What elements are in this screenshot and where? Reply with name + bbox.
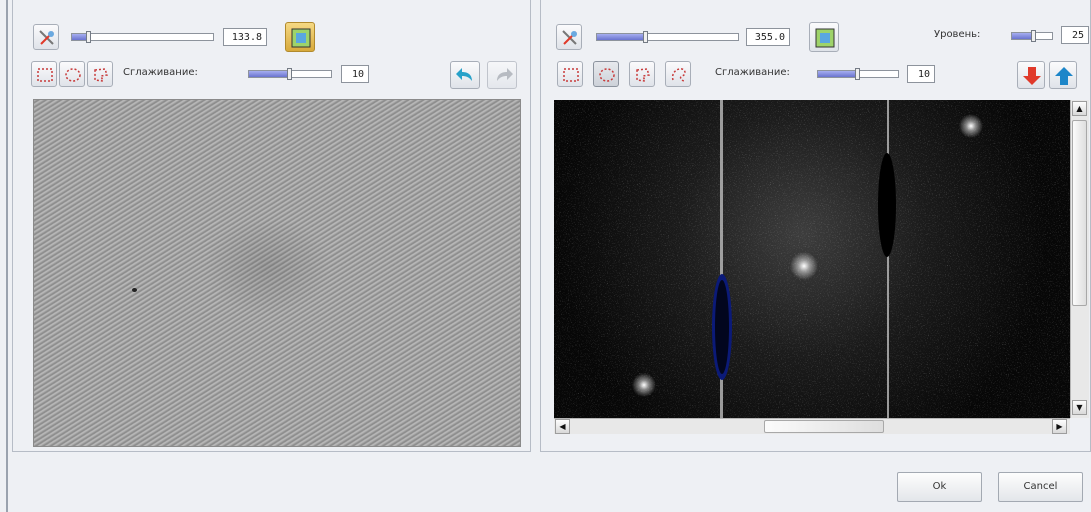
spectrum-horizontal-scrollbar[interactable]: ◀ ▶ bbox=[554, 418, 1070, 434]
spectrum-vertical-scrollbar[interactable]: ▲ ▼ bbox=[1070, 100, 1089, 418]
ellipse-select-icon bbox=[65, 68, 81, 82]
smoothing-slider-thumb[interactable] bbox=[287, 68, 292, 80]
level-label: Уровень: bbox=[934, 29, 981, 40]
redo-button[interactable] bbox=[487, 61, 517, 89]
spectrum-smoothing-fill bbox=[818, 71, 858, 77]
horizontal-scroll-thumb[interactable] bbox=[764, 420, 884, 433]
spectrum-peak-top-right bbox=[959, 114, 983, 138]
arrow-down-icon bbox=[1023, 67, 1041, 85]
undo-button[interactable] bbox=[450, 61, 480, 89]
spectrum-peak-bottom-left bbox=[632, 373, 656, 397]
picture-frame-icon bbox=[815, 28, 835, 48]
level-slider-thumb[interactable] bbox=[1031, 30, 1036, 42]
smoothing-slider-fill bbox=[249, 71, 290, 77]
lasso-select-icon bbox=[636, 68, 650, 82]
eraser-wand-icon bbox=[39, 30, 54, 45]
smoothing-slider[interactable] bbox=[248, 68, 332, 80]
ellipse-select-button[interactable] bbox=[59, 61, 85, 87]
threshold-value-field[interactable]: 133.8 bbox=[223, 28, 267, 46]
spectrum-freehand-select-button[interactable] bbox=[665, 61, 691, 87]
window-edge bbox=[6, 0, 8, 512]
spectrum-smoothing-field[interactable]: 10 bbox=[907, 65, 935, 83]
spectrum-center-peak bbox=[790, 252, 818, 280]
scroll-up-button[interactable]: ▲ bbox=[1072, 101, 1087, 116]
spectrum-smoothing-slider[interactable] bbox=[817, 68, 899, 80]
mask-ellipse-lower-core bbox=[715, 280, 729, 374]
rect-select-button[interactable] bbox=[31, 61, 57, 87]
move-up-button[interactable] bbox=[1049, 61, 1077, 89]
image-defect-dot bbox=[132, 288, 137, 292]
spectrum-ellipse-select-button[interactable] bbox=[593, 61, 619, 87]
level-slider[interactable] bbox=[1011, 30, 1053, 42]
spatial-image[interactable] bbox=[33, 99, 521, 447]
ok-button[interactable]: Ok bbox=[897, 472, 982, 502]
move-down-button[interactable] bbox=[1017, 61, 1045, 89]
spectrum-rect-select-button[interactable] bbox=[557, 61, 583, 87]
scroll-right-button[interactable]: ▶ bbox=[1052, 419, 1067, 434]
threshold-slider-thumb[interactable] bbox=[85, 31, 91, 43]
threshold-slider[interactable] bbox=[71, 31, 214, 43]
spatial-panel: 133.8 Сглаживание: 10 bbox=[12, 0, 531, 452]
spectrum-threshold-slider[interactable] bbox=[596, 31, 739, 43]
lasso-select-button[interactable] bbox=[87, 61, 113, 87]
spectrum-threshold-fill bbox=[597, 34, 647, 40]
redo-icon bbox=[497, 68, 513, 81]
rect-select-icon bbox=[563, 68, 579, 82]
smoothing-value-field[interactable]: 10 bbox=[341, 65, 369, 83]
spectrum-image[interactable] bbox=[554, 100, 1070, 418]
spectrum-lasso-select-button[interactable] bbox=[629, 61, 655, 87]
rect-select-icon bbox=[37, 68, 53, 82]
undo-icon bbox=[456, 68, 472, 81]
smoothing-label: Сглаживание: bbox=[123, 67, 198, 78]
level-value-field[interactable]: 25 bbox=[1061, 26, 1089, 44]
spectrum-panel: 355.0 Уровень: 25 Сглаживание: 10 ▲ ▼ ◀ … bbox=[540, 0, 1091, 452]
spectrum-threshold-field[interactable]: 355.0 bbox=[746, 28, 790, 46]
spectrum-threshold-thumb[interactable] bbox=[643, 31, 649, 43]
ellipse-select-icon bbox=[599, 68, 615, 82]
eraser-tool-button[interactable] bbox=[33, 24, 59, 50]
spectrum-overlay bbox=[554, 100, 1070, 418]
spectrum-smoothing-label: Сглаживание: bbox=[715, 67, 790, 78]
scroll-left-button[interactable]: ◀ bbox=[555, 419, 570, 434]
vertical-scroll-thumb[interactable] bbox=[1072, 120, 1087, 306]
freehand-select-icon bbox=[671, 68, 686, 82]
spectrum-vertical-line-right bbox=[887, 100, 889, 418]
mask-ellipse-upper[interactable] bbox=[878, 153, 896, 257]
cancel-button[interactable]: Cancel bbox=[998, 472, 1083, 502]
scroll-down-button[interactable]: ▼ bbox=[1072, 400, 1087, 415]
eraser-wand-icon bbox=[562, 30, 577, 45]
spectrum-smoothing-thumb[interactable] bbox=[855, 68, 860, 80]
arrow-up-icon bbox=[1055, 67, 1073, 85]
spectrum-eraser-button[interactable] bbox=[556, 24, 582, 50]
spectrum-apply-button[interactable] bbox=[809, 22, 839, 52]
lasso-select-icon bbox=[94, 68, 108, 82]
apply-filter-button[interactable] bbox=[285, 22, 315, 52]
picture-frame-icon bbox=[291, 28, 311, 48]
